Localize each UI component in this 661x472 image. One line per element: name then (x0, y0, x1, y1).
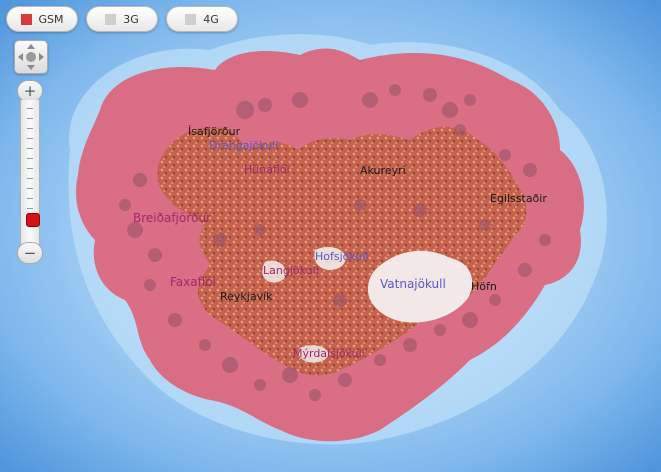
tab-gsm[interactable]: GSM (6, 6, 78, 32)
network-tabs: GSM 3G 4G (6, 6, 238, 32)
3g-swatch-icon (105, 13, 117, 25)
tab-4g-label: 4G (203, 12, 219, 26)
label-hofsjokull[interactable]: Hofsjökull (315, 250, 369, 263)
label-akureyri[interactable]: Akureyri (360, 164, 406, 177)
label-egilsstadir[interactable]: Egilsstaðir (490, 192, 547, 205)
zoom-out-button[interactable]: − (17, 242, 43, 264)
zoom-slider-track[interactable] (20, 100, 40, 244)
tab-3g[interactable]: 3G (86, 6, 158, 32)
label-breidafjordur[interactable]: Breiðafjörður (133, 211, 211, 225)
gsm-swatch-icon (20, 13, 32, 25)
tab-3g-label: 3G (123, 12, 139, 26)
label-faxafloi[interactable]: Faxaflói (170, 275, 216, 289)
pan-arrows-icon (18, 44, 44, 70)
label-isafjordur[interactable]: Ísafjörður (188, 125, 241, 138)
label-myrdalsjokull[interactable]: Mýrdalsjökull (293, 347, 365, 360)
label-reykjavik[interactable]: Reykjavík (220, 290, 273, 303)
label-hofn[interactable]: Höfn (471, 280, 497, 293)
zoom-in-icon: + (23, 82, 37, 100)
pan-control[interactable] (14, 40, 48, 74)
zoom-slider-handle[interactable] (26, 213, 40, 227)
label-vatnajokull[interactable]: Vatnajökull (380, 277, 446, 291)
4g-swatch-icon (185, 13, 197, 25)
coverage-map[interactable]: Ísafjörður Drangajökull Húnaflói Akureyr… (0, 0, 661, 472)
zoom-in-button[interactable]: + (17, 80, 43, 102)
tab-gsm-label: GSM (38, 12, 64, 26)
label-drangajokull[interactable]: Drangajökull (209, 139, 278, 152)
zoom-control: + − (17, 80, 43, 264)
zoom-out-icon: − (23, 244, 37, 262)
label-langjokull[interactable]: Langjökull (263, 264, 319, 277)
label-hunafloi[interactable]: Húnaflói (244, 163, 290, 176)
tab-4g[interactable]: 4G (166, 6, 238, 32)
